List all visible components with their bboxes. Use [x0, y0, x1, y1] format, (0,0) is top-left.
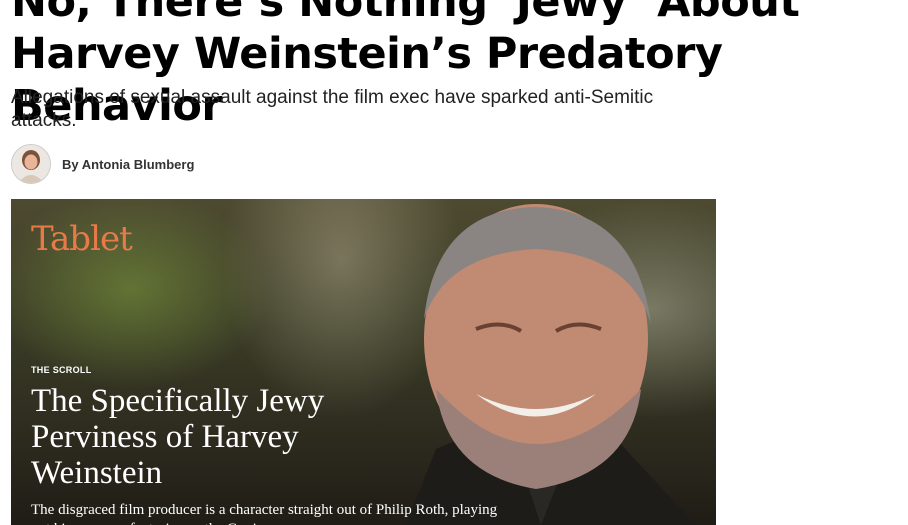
byline: By Antonia Blumberg [11, 144, 194, 184]
brand-logo: Tablet [31, 219, 133, 259]
article-dek: Allegations of sexual assault against th… [11, 87, 654, 131]
hero-image[interactable]: Tablet THE SCROLL The Specifically Jewy … [11, 199, 716, 525]
portrait-photo [406, 204, 696, 525]
section-kicker: THE SCROLL [31, 365, 92, 375]
author-name[interactable]: By Antonia Blumberg [62, 157, 194, 172]
author-portrait-icon [12, 145, 50, 183]
embedded-headline: The Specifically Jewy Perviness of Harve… [31, 383, 325, 491]
author-avatar[interactable] [11, 144, 51, 184]
embedded-dek: The disgraced film producer is a charact… [31, 502, 498, 525]
